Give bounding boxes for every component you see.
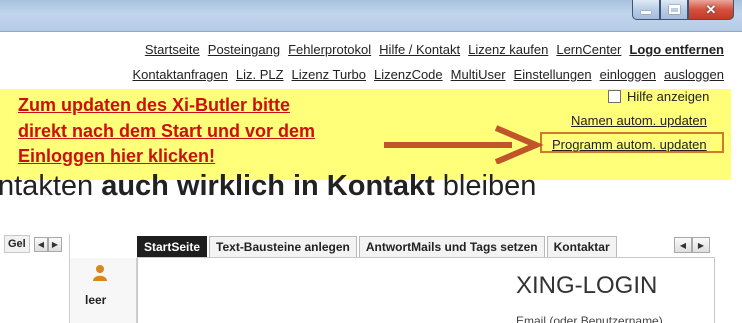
annotation-text: Zum updaten des Xi-Butler bitte direkt n… xyxy=(18,93,393,170)
tab-kontakte[interactable]: Kontaktar xyxy=(546,236,617,258)
annotation-line: Einloggen hier klicken! xyxy=(18,146,216,166)
slogan: ntakten auch wirklich in Kontakt bleiben xyxy=(0,170,536,203)
slogan-prefix: ntakten xyxy=(0,170,102,202)
annotation-line: Zum updaten des Xi-Butler bitte xyxy=(18,95,291,115)
nav-lizenz-kaufen[interactable]: Lizenz kaufen xyxy=(468,42,548,57)
window-title-bar: ✕ xyxy=(0,0,742,32)
top-nav-row-2: Kontaktanfragen Liz. PLZ Lizenz Turbo Li… xyxy=(132,67,724,82)
maximize-button[interactable] xyxy=(660,0,688,20)
email-label: Email (oder Benutzername) xyxy=(516,314,663,323)
slogan-suffix: bleiben xyxy=(434,170,537,202)
top-nav-row-1: Startseite Posteingang Fehlerprotokol Hi… xyxy=(145,42,724,57)
arrow-icon xyxy=(384,125,544,164)
minimize-icon xyxy=(641,11,651,14)
nav-lizenz-turbo[interactable]: Lizenz Turbo xyxy=(292,67,366,82)
nav-ausloggen[interactable]: ausloggen xyxy=(664,67,724,82)
minimize-button[interactable] xyxy=(632,0,660,20)
help-label: Hilfe anzeigen xyxy=(627,89,710,104)
nav-multiuser[interactable]: MultiUser xyxy=(451,67,506,82)
nav-hilfe-kontakt[interactable]: Hilfe / Kontakt xyxy=(379,42,460,57)
left-tabstrip: Gel ◀ ▶ xyxy=(4,235,62,253)
nav-startseite[interactable]: Startseite xyxy=(145,42,200,57)
annotation-line: direkt nach dem Start und vor dem xyxy=(18,120,316,141)
tab-startseite[interactable]: StartSeite xyxy=(137,236,208,258)
tab-text-bausteine[interactable]: Text-Bausteine anlegen xyxy=(209,236,357,258)
scroll-right-icon[interactable]: ▶ xyxy=(692,237,710,253)
scroll-right-icon[interactable]: ▶ xyxy=(48,236,62,252)
left-tab[interactable]: Gel xyxy=(4,235,30,253)
user-status: leer xyxy=(85,293,107,307)
nav-liz-plz[interactable]: Liz. PLZ xyxy=(236,67,284,82)
nav-lizenzcode[interactable]: LizenzCode xyxy=(374,67,443,82)
close-button[interactable]: ✕ xyxy=(688,0,734,20)
slogan-bold: auch wirklich in Kontakt xyxy=(101,170,435,202)
left-scroll-buttons: ◀ ▶ xyxy=(34,236,62,252)
login-title: XING-LOGIN xyxy=(516,272,658,299)
scroll-left-icon[interactable]: ◀ xyxy=(34,236,48,252)
nav-lerncenter[interactable]: LernCenter xyxy=(556,42,621,57)
close-icon: ✕ xyxy=(705,2,717,17)
update-program-link[interactable]: Programm autom. updaten xyxy=(540,132,724,153)
person-icon xyxy=(93,265,107,281)
nav-einstellungen[interactable]: Einstellungen xyxy=(514,67,592,82)
nav-fehlerprotokol[interactable]: Fehlerprotokol xyxy=(288,42,371,57)
main-tabs: StartSeite Text-Bausteine anlegen Antwor… xyxy=(137,236,715,258)
window-controls: ✕ xyxy=(632,0,734,20)
nav-einloggen[interactable]: einloggen xyxy=(600,67,656,82)
scroll-left-icon[interactable]: ◀ xyxy=(674,237,692,253)
tab-antwortmails[interactable]: AntwortMails und Tags setzen xyxy=(358,236,545,258)
nav-posteingang[interactable]: Posteingang xyxy=(208,42,280,57)
tabs-scroll-buttons: ◀ ▶ xyxy=(674,237,710,253)
nav-logo-entfernen[interactable]: Logo entfernen xyxy=(629,42,724,57)
help-checkbox[interactable] xyxy=(608,90,621,103)
help-toggle[interactable]: Hilfe anzeigen xyxy=(608,89,709,104)
nav-kontaktanfragen[interactable]: Kontaktanfragen xyxy=(132,67,227,82)
update-names-link[interactable]: Namen autom. updaten xyxy=(571,113,707,128)
maximize-icon xyxy=(668,5,680,14)
